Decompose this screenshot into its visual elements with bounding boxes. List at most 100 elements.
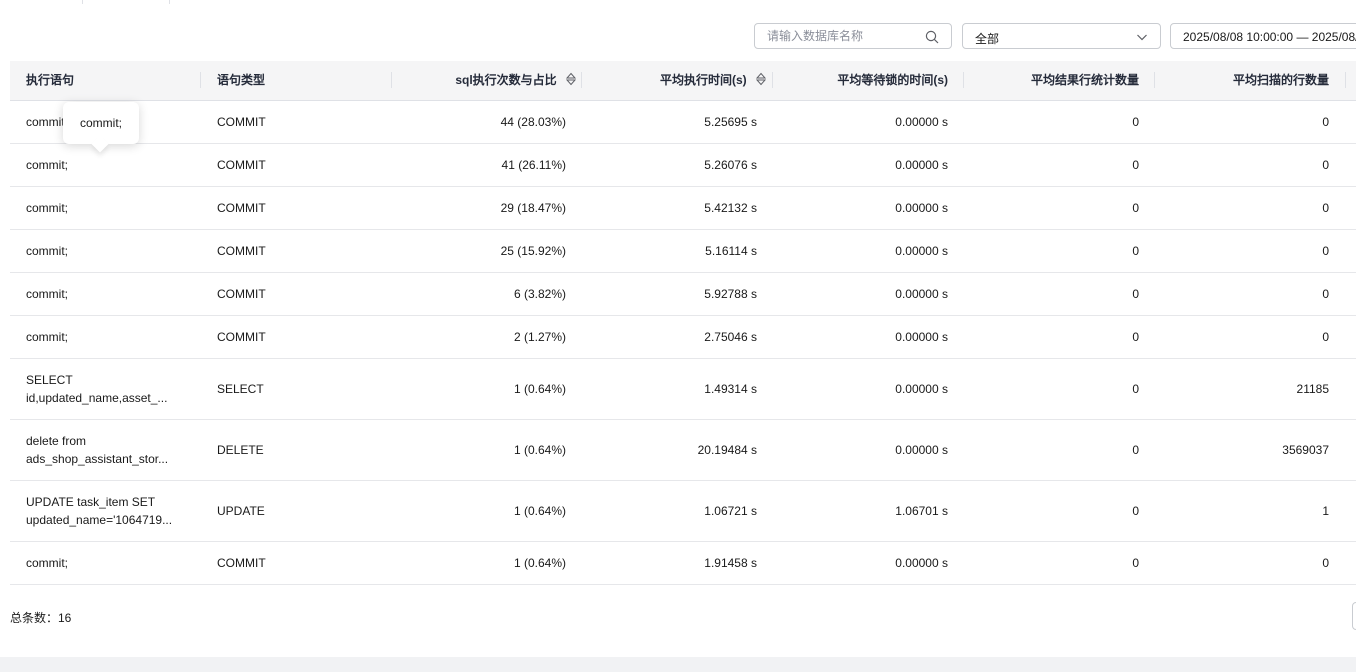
avg-scan-rows-cell: 0 bbox=[1322, 330, 1329, 344]
type-cell: COMMIT bbox=[217, 201, 266, 215]
column-header-statement: 执行语句 bbox=[26, 73, 75, 87]
sort-icon[interactable] bbox=[756, 72, 766, 86]
avg-scan-rows-cell: 0 bbox=[1322, 287, 1329, 301]
table-row[interactable]: commit; COMMIT 2 (1.27%) 2.75046 s 0.00000 s… bbox=[10, 316, 1356, 359]
page-bottom-band bbox=[0, 657, 1356, 672]
avg-result-rows-cell: 0 bbox=[1132, 556, 1139, 570]
type-cell: COMMIT bbox=[217, 330, 266, 344]
avg-exec-time-cell: 20.19484 s bbox=[697, 443, 757, 457]
exec-count-cell: 1 (0.64%) bbox=[513, 443, 566, 457]
type-cell: COMMIT bbox=[217, 244, 266, 258]
avg-result-rows-cell: 0 bbox=[1132, 330, 1139, 344]
type-cell: COMMIT bbox=[217, 287, 266, 301]
column-header-exec-count[interactable]: sql执行次数与占比 bbox=[455, 61, 576, 100]
exec-count-cell: 25 (15.92%) bbox=[500, 244, 566, 258]
exec-count-cell: 44 (28.03%) bbox=[500, 115, 566, 129]
column-header-type: 语句类型 bbox=[217, 73, 266, 87]
avg-result-rows-cell: 0 bbox=[1132, 443, 1139, 457]
avg-scan-rows-cell: 0 bbox=[1322, 201, 1329, 215]
statement-cell[interactable]: SELECT id,updated_name,asset_... bbox=[26, 359, 176, 419]
top-tab-strip bbox=[0, 0, 1356, 4]
database-search-input[interactable] bbox=[767, 29, 917, 43]
table-row[interactable]: UPDATE task_item SET updated_name='106471… bbox=[10, 481, 1356, 542]
avg-lock-wait-cell: 0.00000 s bbox=[895, 443, 948, 457]
database-search-box[interactable] bbox=[754, 23, 952, 49]
statement-cell[interactable]: commit; bbox=[26, 230, 68, 272]
table-row[interactable]: commit; COMMIT 29 (18.47%) 5.42132 s 0.00000… bbox=[10, 187, 1356, 230]
type-cell: COMMIT bbox=[217, 115, 266, 129]
filter-select-value: 全部 bbox=[975, 32, 1000, 46]
column-header-avg-exec-time-label: 平均执行时间(s) bbox=[659, 73, 747, 87]
avg-result-rows-cell: 0 bbox=[1132, 382, 1139, 396]
table-row[interactable]: commit; COMMIT 6 (3.82%) 5.92788 s 0.00000 s… bbox=[10, 273, 1356, 316]
column-divider bbox=[391, 72, 392, 88]
sort-icon[interactable] bbox=[566, 72, 576, 86]
exec-count-cell: 41 (26.11%) bbox=[501, 158, 566, 172]
total-count: 总条数：16 bbox=[10, 611, 72, 625]
avg-lock-wait-cell: 1.06701 s bbox=[895, 504, 948, 518]
column-header-avg-result-rows: 平均结果行统计数量 bbox=[1030, 73, 1139, 87]
type-cell: DELETE bbox=[217, 443, 264, 457]
type-cell: COMMIT bbox=[217, 158, 266, 172]
avg-lock-wait-cell: 0.00000 s bbox=[895, 115, 948, 129]
search-icon[interactable] bbox=[925, 30, 939, 44]
date-range-value: 2025/08/08 10:00:00 — 2025/08/08 11:00:0… bbox=[1183, 30, 1356, 44]
table-row[interactable]: commit; COMMIT 25 (15.92%) 5.16114 s 0.00000… bbox=[10, 230, 1356, 273]
statement-line: ads_shop_assistant_stor... bbox=[26, 452, 169, 466]
statement-cell[interactable]: commit; bbox=[26, 101, 68, 143]
column-divider bbox=[772, 72, 773, 88]
avg-scan-rows-cell: 1 bbox=[1322, 504, 1329, 518]
chevron-down-icon bbox=[1137, 34, 1147, 41]
statement-cell[interactable]: delete from ads_shop_assistant_stor... bbox=[26, 420, 176, 480]
tooltip-text: commit; bbox=[80, 116, 122, 130]
avg-scan-rows-cell: 21185 bbox=[1296, 382, 1329, 396]
statement-cell[interactable]: UPDATE task_item SET updated_name='106471… bbox=[26, 481, 176, 541]
statement-line: id,updated_name,asset_... bbox=[26, 391, 168, 405]
pagination-control[interactable] bbox=[1352, 602, 1356, 630]
column-divider bbox=[1154, 72, 1155, 88]
column-divider bbox=[963, 72, 964, 88]
statement-cell[interactable]: commit; bbox=[26, 316, 68, 358]
type-cell: UPDATE bbox=[217, 504, 265, 518]
table-row[interactable]: commit; COMMIT 41 (26.11%) 5.26076 s 0.00000… bbox=[10, 144, 1356, 187]
column-divider bbox=[581, 72, 582, 88]
statement-line: delete from bbox=[26, 434, 87, 448]
avg-exec-time-cell: 5.42132 s bbox=[704, 201, 757, 215]
filter-select[interactable]: 全部 bbox=[962, 23, 1161, 49]
avg-scan-rows-cell: 0 bbox=[1322, 556, 1329, 570]
table-row[interactable]: SELECT id,updated_name,asset_... SELECT 1 (… bbox=[10, 359, 1356, 420]
avg-exec-time-cell: 1.91458 s bbox=[704, 556, 757, 570]
avg-result-rows-cell: 0 bbox=[1132, 504, 1139, 518]
exec-count-cell: 1 (0.64%) bbox=[513, 382, 566, 396]
date-range-picker[interactable]: 2025/08/08 10:00:00 — 2025/08/08 11:00:0… bbox=[1170, 23, 1356, 49]
avg-result-rows-cell: 0 bbox=[1132, 115, 1139, 129]
avg-lock-wait-cell: 0.00000 s bbox=[895, 201, 948, 215]
table-body: commit; COMMIT 44 (28.03%) 5.25695 s 0.00000… bbox=[10, 101, 1356, 585]
statement-tooltip: commit; bbox=[63, 102, 139, 153]
exec-count-cell: 1 (0.64%) bbox=[513, 556, 566, 570]
statement-cell[interactable]: commit; bbox=[26, 273, 68, 315]
avg-lock-wait-cell: 0.00000 s bbox=[895, 556, 948, 570]
statement-cell[interactable]: commit; bbox=[26, 187, 68, 229]
avg-result-rows-cell: 0 bbox=[1132, 244, 1139, 258]
statement-cell[interactable]: commit; bbox=[26, 542, 68, 584]
column-header-avg-lock-wait: 平均等待锁的时间(s) bbox=[837, 73, 948, 87]
avg-lock-wait-cell: 0.00000 s bbox=[895, 158, 948, 172]
avg-lock-wait-cell: 0.00000 s bbox=[895, 330, 948, 344]
table-row[interactable]: commit; COMMIT 44 (28.03%) 5.25695 s 0.00000… bbox=[10, 101, 1356, 144]
avg-exec-time-cell: 5.25695 s bbox=[704, 115, 757, 129]
avg-scan-rows-cell: 0 bbox=[1322, 115, 1329, 129]
avg-lock-wait-cell: 0.00000 s bbox=[895, 287, 948, 301]
tab-divider bbox=[169, 0, 170, 4]
avg-lock-wait-cell: 0.00000 s bbox=[895, 244, 948, 258]
table-row[interactable]: commit; COMMIT 1 (0.64%) 1.91458 s 0.00000 s… bbox=[10, 542, 1356, 585]
avg-result-rows-cell: 0 bbox=[1132, 158, 1139, 172]
exec-count-cell: 6 (3.82%) bbox=[513, 287, 566, 301]
column-divider bbox=[200, 72, 201, 88]
type-cell: COMMIT bbox=[217, 556, 266, 570]
column-header-avg-exec-time[interactable]: 平均执行时间(s) bbox=[660, 61, 766, 100]
avg-exec-time-cell: 5.26076 s bbox=[704, 158, 757, 172]
avg-exec-time-cell: 1.06721 s bbox=[704, 504, 757, 518]
statement-cell[interactable]: commit; bbox=[26, 144, 68, 186]
table-row[interactable]: delete from ads_shop_assistant_stor... DEL… bbox=[10, 420, 1356, 481]
